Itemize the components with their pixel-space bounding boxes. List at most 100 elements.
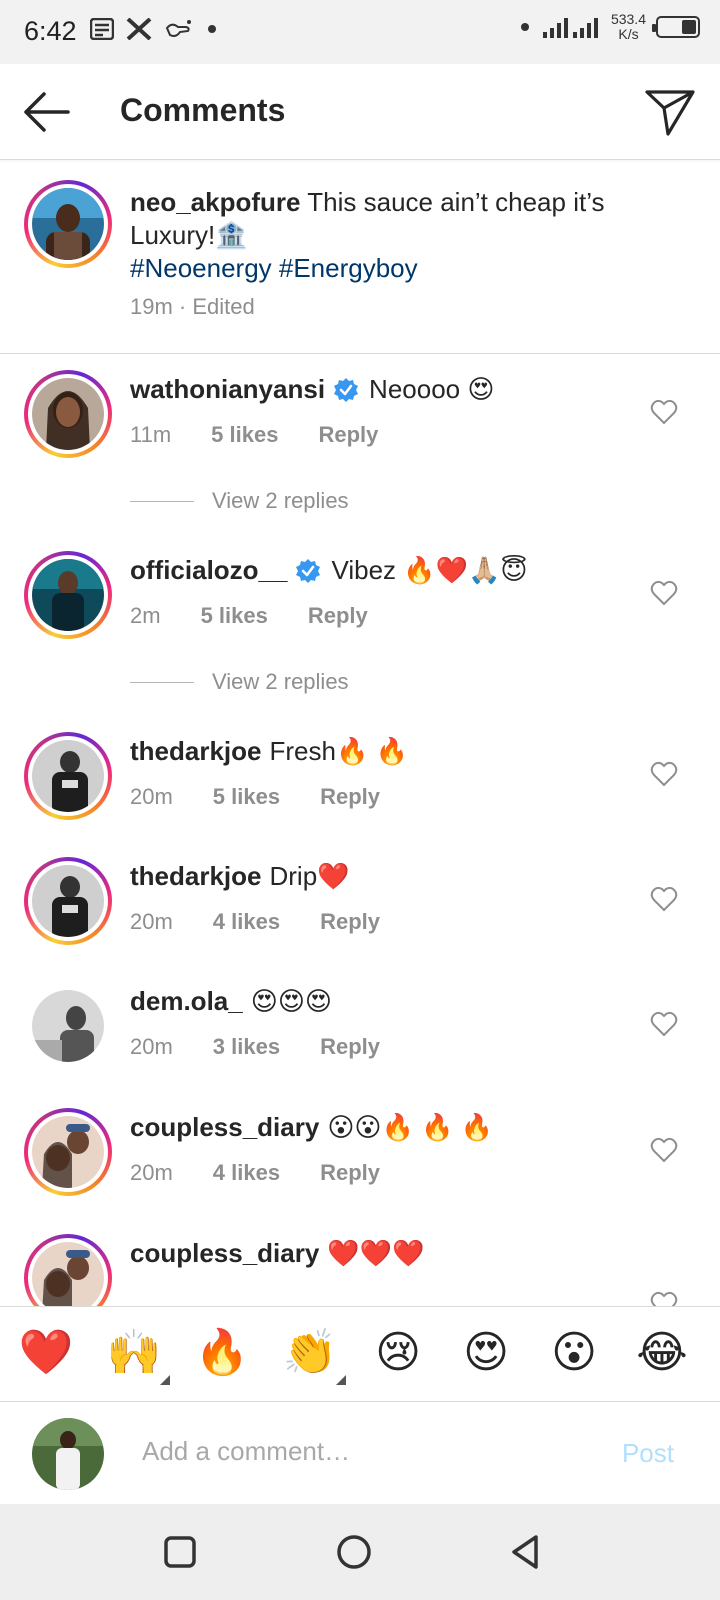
- reaction-raised-hands-button[interactable]: 🙌: [104, 1327, 164, 1379]
- comment-item: wathonianyansi Neoooo 😍 11m 5 likes Repl…: [0, 370, 720, 540]
- comment-username[interactable]: thedarkjoe: [130, 736, 262, 767]
- comment-likes[interactable]: 4 likes: [213, 1160, 280, 1186]
- verified-badge-icon: [296, 558, 321, 583]
- share-paper-plane-icon[interactable]: [644, 86, 696, 138]
- comment-body: ❤️❤️❤️: [327, 1238, 425, 1268]
- comment-item: thedarkjoe Drip❤️ 20m 4 likes Reply: [0, 857, 720, 967]
- quick-reactions-bar: ❤️ 🙌 🔥 👏 😢 😍 😮 😂: [0, 1306, 720, 1402]
- comment-username[interactable]: wathonianyansi: [130, 374, 325, 405]
- comment-time: 20m: [130, 1034, 173, 1059]
- dot-icon: [519, 21, 531, 33]
- system-nav-bar: [0, 1504, 720, 1600]
- comment-body: 😮😮🔥 🔥 🔥: [327, 1112, 494, 1142]
- reaction-heart-button[interactable]: ❤️: [16, 1327, 76, 1379]
- caption-hashtags[interactable]: #Neoenergy #Energyboy: [130, 253, 418, 283]
- comment-body: Drip❤️: [269, 861, 350, 891]
- reaction-heart-eyes-button[interactable]: 😍: [456, 1327, 516, 1379]
- avatar[interactable]: [32, 990, 104, 1062]
- network-speed: 533.4 K/s: [611, 12, 646, 42]
- system-icons: 533.4 K/s: [519, 12, 700, 42]
- comment-likes[interactable]: 5 likes: [201, 603, 268, 629]
- add-comment-input[interactable]: [142, 1436, 582, 1467]
- post-caption: neo_akpofure This sauce ain’t cheap it’s…: [0, 160, 720, 354]
- back-triangle-icon[interactable]: [506, 1532, 546, 1572]
- verified-badge-icon: [334, 377, 359, 402]
- comment-likes[interactable]: 5 likes: [213, 784, 280, 810]
- recent-apps-square-icon[interactable]: [160, 1532, 200, 1572]
- view-replies-label: View 2 replies: [212, 669, 349, 694]
- reply-button[interactable]: Reply: [320, 909, 380, 935]
- reaction-clap-button[interactable]: 👏: [280, 1327, 340, 1379]
- like-heart-icon[interactable]: [650, 760, 678, 788]
- comment-likes[interactable]: 4 likes: [213, 909, 280, 935]
- comment-body: Vibez 🔥❤️🙏🏼😇: [331, 555, 528, 585]
- app-header: Comments: [0, 64, 720, 160]
- view-replies-link[interactable]: View 2 replies: [130, 669, 349, 695]
- comment-username[interactable]: coupless_diary: [130, 1238, 319, 1269]
- comment-body: Fresh🔥 🔥: [269, 736, 408, 766]
- like-heart-icon[interactable]: [650, 579, 678, 607]
- like-heart-icon[interactable]: [650, 1290, 678, 1306]
- current-user-avatar: [32, 1418, 104, 1490]
- avatar[interactable]: [24, 180, 112, 268]
- page-title: Comments: [120, 92, 286, 128]
- view-replies-label: View 2 replies: [212, 488, 349, 513]
- reaction-fire-button[interactable]: 🔥: [192, 1327, 252, 1379]
- comment-body: Neoooo 😍: [369, 374, 495, 404]
- comment-time: 20m: [130, 784, 173, 809]
- comment-likes[interactable]: 5 likes: [211, 422, 278, 448]
- add-comment-bar: Post: [0, 1402, 720, 1504]
- comment-time: 2m: [130, 603, 161, 628]
- view-replies-link[interactable]: View 2 replies: [130, 488, 349, 514]
- post-button[interactable]: Post: [622, 1438, 674, 1469]
- avatar[interactable]: [24, 370, 112, 458]
- caption-username[interactable]: neo_akpofure: [130, 187, 301, 217]
- reaction-crying-button[interactable]: 😢: [368, 1327, 428, 1379]
- status-bar: 6:42 533.4 K/s: [0, 0, 720, 64]
- reply-button[interactable]: Reply: [318, 422, 378, 448]
- comment-time: 20m: [130, 1160, 173, 1185]
- avatar[interactable]: [24, 1234, 112, 1306]
- comment-item: coupless_diary 😮😮🔥 🔥 🔥 20m 4 likes Reply: [0, 1108, 720, 1218]
- avatar[interactable]: [24, 732, 112, 820]
- comment-username[interactable]: coupless_diary: [130, 1112, 319, 1143]
- notification-icons: [90, 18, 218, 40]
- comment-item: thedarkjoe Fresh🔥 🔥 20m 5 likes Reply: [0, 732, 720, 842]
- avatar[interactable]: [24, 857, 112, 945]
- back-arrow-icon[interactable]: [22, 88, 72, 136]
- message-icon: [90, 18, 114, 40]
- reaction-surprised-button[interactable]: 😮: [544, 1327, 604, 1379]
- skin-tone-indicator: [160, 1375, 170, 1385]
- like-heart-icon[interactable]: [650, 1010, 678, 1038]
- like-heart-icon[interactable]: [650, 885, 678, 913]
- network-speed-unit: K/s: [618, 26, 639, 42]
- like-heart-icon[interactable]: [650, 398, 678, 426]
- hand-icon: [164, 18, 194, 40]
- comment-body: 😍😍😍: [250, 986, 333, 1016]
- comment-username[interactable]: officialozo__: [130, 555, 287, 586]
- comment-username[interactable]: thedarkjoe: [130, 861, 262, 892]
- network-speed-value: 533.4: [610, 11, 646, 27]
- avatar[interactable]: [24, 551, 112, 639]
- comment-time: 11m: [130, 422, 172, 447]
- reply-button[interactable]: Reply: [308, 603, 368, 629]
- reply-button[interactable]: Reply: [320, 784, 380, 810]
- like-heart-icon[interactable]: [650, 1136, 678, 1164]
- comment-username[interactable]: dem.ola_: [130, 986, 243, 1017]
- comment-item: officialozo__ Vibez 🔥❤️🙏🏼😇 2m 5 likes Re…: [0, 551, 720, 721]
- caption-meta: 19m · Edited: [130, 294, 255, 319]
- comment-likes[interactable]: 3 likes: [213, 1034, 280, 1060]
- comment-item: coupless_diary ❤️❤️❤️: [0, 1234, 720, 1306]
- caption-text: neo_akpofure This sauce ain’t cheap it’s…: [130, 186, 670, 285]
- battery-icon: [652, 16, 700, 38]
- x-app-icon: [126, 18, 152, 40]
- comment-time: 20m: [130, 909, 173, 934]
- dot-icon: [206, 23, 218, 35]
- reply-button[interactable]: Reply: [320, 1034, 380, 1060]
- status-time: 6:42: [24, 16, 77, 46]
- home-circle-icon[interactable]: [334, 1532, 374, 1572]
- reaction-laughing-button[interactable]: 😂: [632, 1327, 692, 1379]
- avatar[interactable]: [24, 1108, 112, 1196]
- reply-button[interactable]: Reply: [320, 1160, 380, 1186]
- comment-item: dem.ola_ 😍😍😍 20m 3 likes Reply: [0, 982, 720, 1092]
